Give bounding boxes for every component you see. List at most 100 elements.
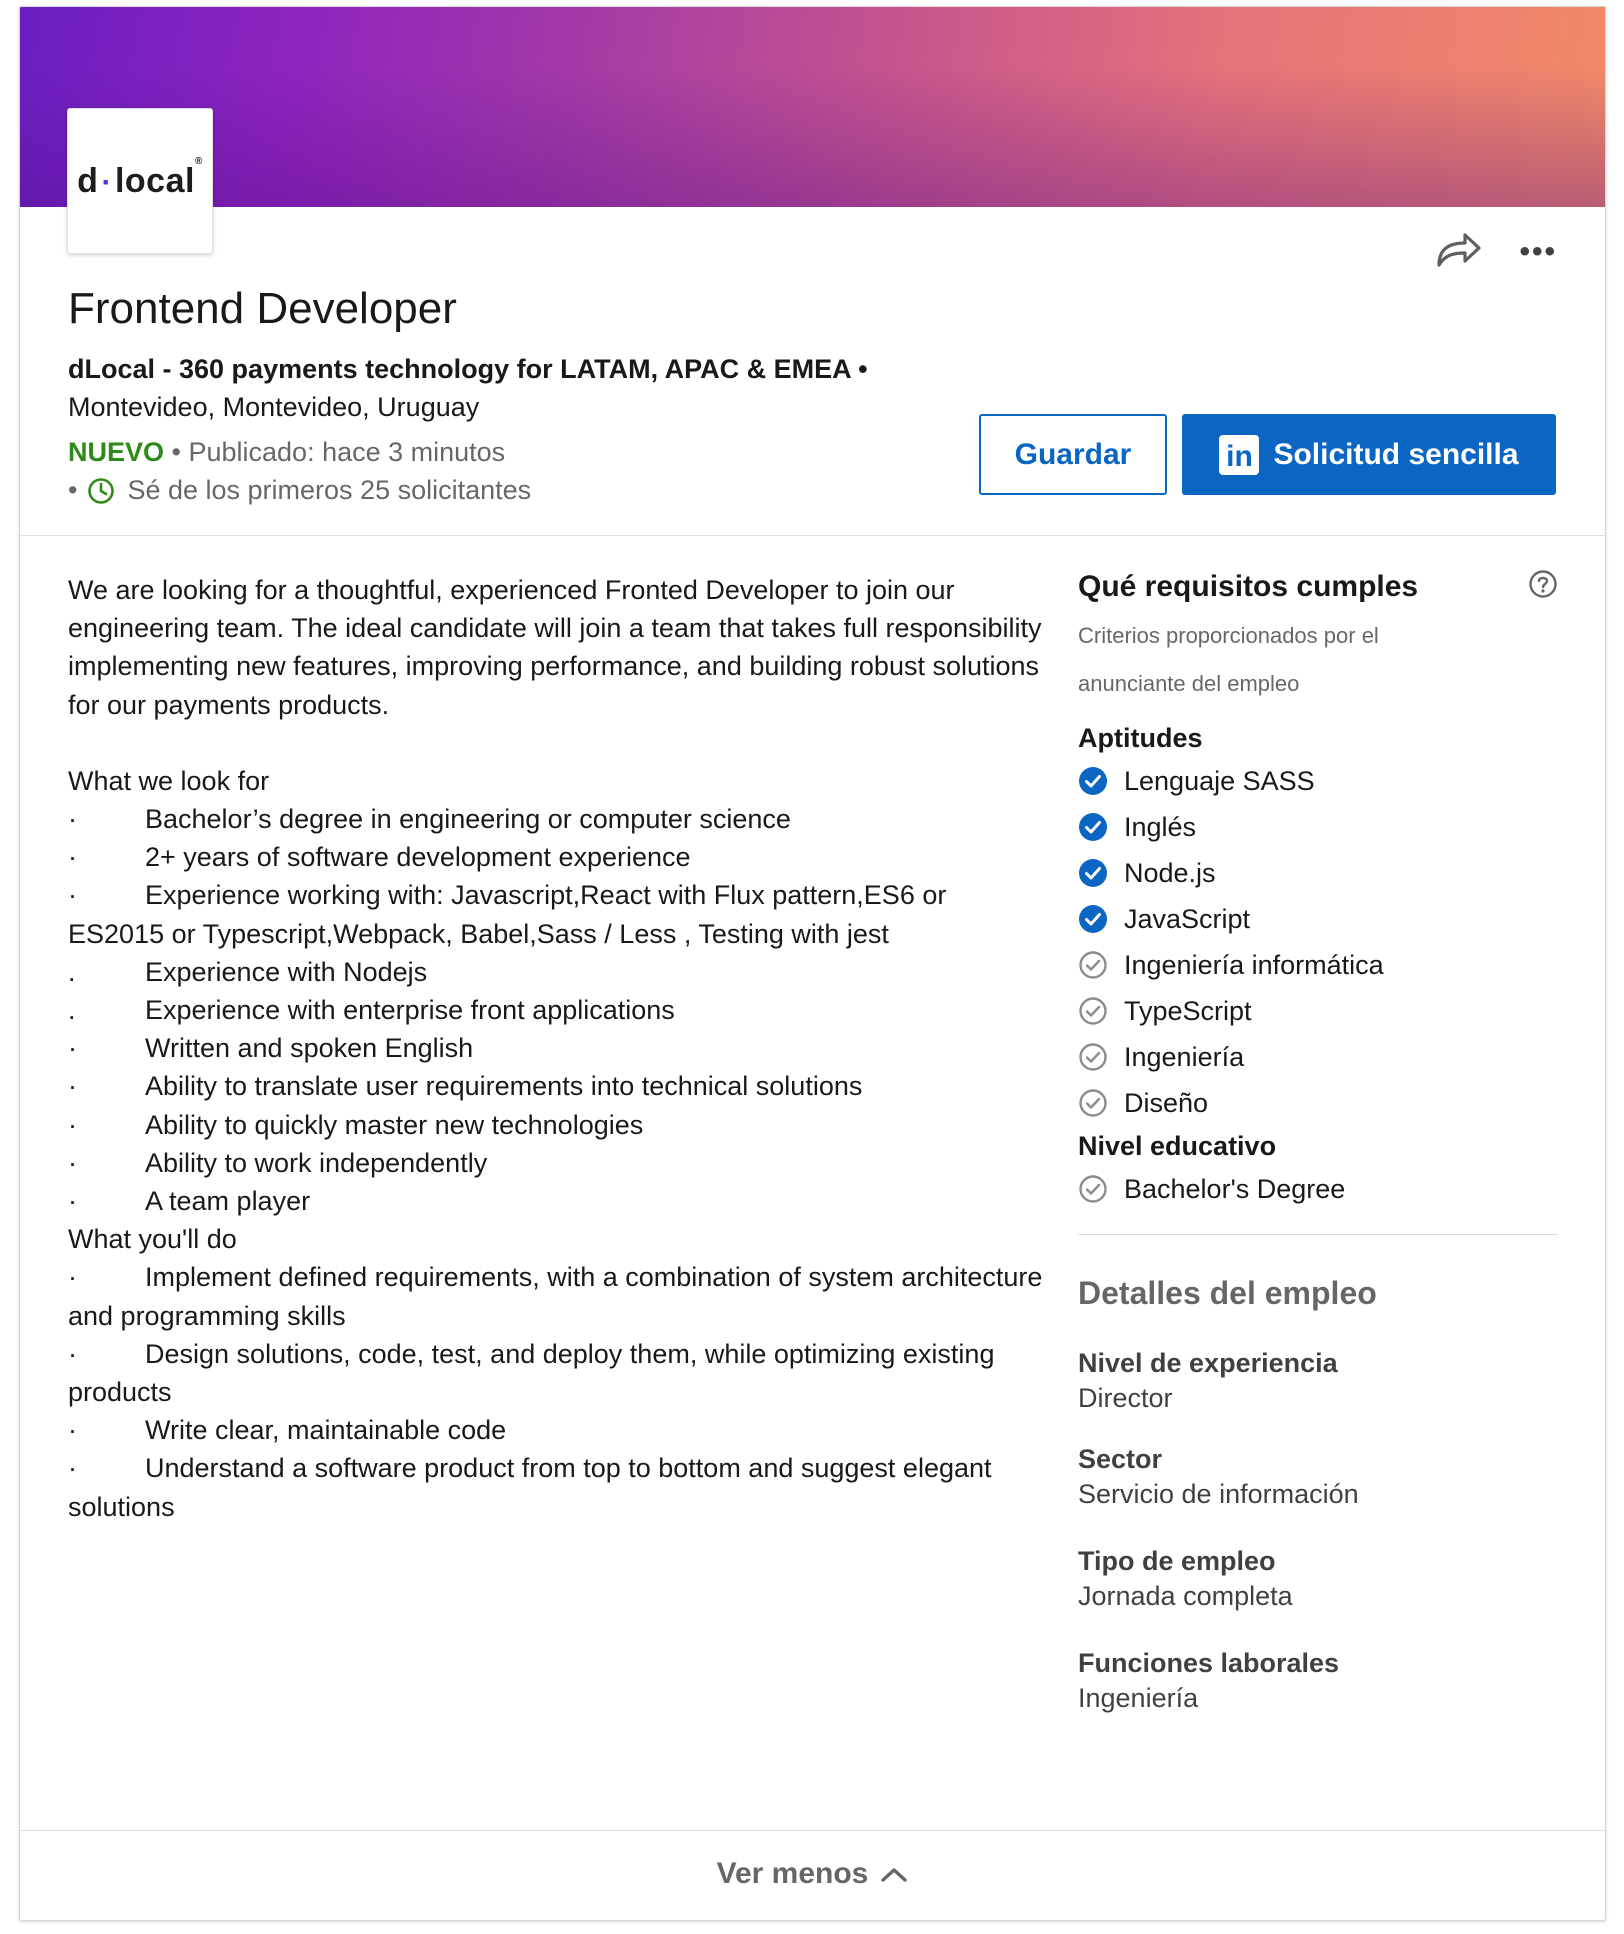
- bullet-marker: ·: [68, 842, 77, 873]
- chevron-up-icon: [880, 1857, 908, 1891]
- check-circle-filled-icon: [1078, 858, 1124, 888]
- applicant-count: • Sé de los primeros 25 solicitantes: [68, 475, 531, 506]
- bullet-text: Experience working with: Javascript,Reac…: [68, 880, 947, 949]
- job-detail-value: Servicio de información: [1078, 1479, 1359, 1509]
- skill-label: Bachelor's Degree: [1124, 1173, 1346, 1204]
- published-time: • Publicado: hace 3 minutos: [164, 437, 506, 467]
- skill-item: JavaScript: [1078, 896, 1558, 942]
- bullet-marker: ·: [68, 1453, 77, 1484]
- what-you-do-heading: What you'll do: [68, 1224, 237, 1255]
- job-detail: Funciones laborales Ingeniería: [1078, 1648, 1558, 1714]
- skill-label: Ingeniería: [1124, 1041, 1245, 1072]
- bullet-item: · Ability to work independently: [68, 1144, 1048, 1182]
- bullet-item: · Understand a software product from top …: [68, 1449, 1048, 1525]
- description-intro: We are looking for a thoughtful, experie…: [68, 575, 1042, 720]
- share-icon[interactable]: [1433, 227, 1483, 276]
- linkedin-icon: in: [1219, 434, 1260, 475]
- education-heading: Nivel educativo: [1078, 1131, 1277, 1161]
- skill-item: Diseño: [1078, 1080, 1558, 1126]
- check-circle-filled-icon: [1078, 766, 1124, 796]
- bullet-item: · Written and spoken English: [68, 1029, 1048, 1067]
- job-title: Frontend Developer: [68, 284, 457, 333]
- skill-label: Ingeniería informática: [1124, 949, 1384, 980]
- bullet-text: Written and spoken English: [145, 1033, 474, 1064]
- bullet-text: Ability to quickly master new technologi…: [145, 1109, 644, 1140]
- skill-label: Lenguaje SASS: [1124, 765, 1315, 796]
- skill-item: Node.js: [1078, 850, 1558, 896]
- bullet-marker: ·: [68, 804, 77, 835]
- skill-item: Ingeniería informática: [1078, 942, 1558, 988]
- bullet-text: Understand a software product from top t…: [68, 1453, 992, 1522]
- skill-item: Inglés: [1078, 804, 1558, 850]
- easy-apply-button[interactable]: in Solicitud sencilla: [1182, 414, 1556, 495]
- job-detail-value: Director: [1078, 1383, 1173, 1413]
- posting-meta: NUEVO • Publicado: hace 3 minutos: [68, 437, 505, 468]
- job-detail: Tipo de empleo Jornada completa: [1078, 1546, 1558, 1612]
- requirements-title: Qué requisitos cumples: [1078, 569, 1419, 603]
- job-card: d ·local® ••• Frontend Developer dLocal -…: [19, 6, 1606, 1921]
- job-detail-value: Jornada completa: [1078, 1581, 1293, 1611]
- bullet-marker: ·: [68, 1186, 77, 1217]
- bullet-text: 2+ years of software development experie…: [145, 842, 691, 873]
- bullet-marker: ·: [68, 1338, 77, 1369]
- bullet-item: · Ability to translate user requirements …: [68, 1067, 1048, 1105]
- top-actions: •••: [1433, 227, 1557, 276]
- skill-item: TypeScript: [1078, 988, 1558, 1034]
- bullet-marker: ·: [68, 1033, 77, 1064]
- bullet-text: A team player: [145, 1186, 311, 1217]
- applicants-bullet: •: [68, 475, 78, 505]
- bullet-item: · Experience working with: Javascript,Rea…: [68, 876, 1048, 952]
- header-divider: [20, 535, 1605, 536]
- job-details-title: Detalles del empleo: [1078, 1275, 1377, 1311]
- skill-label: JavaScript: [1124, 903, 1251, 934]
- job-location: Montevideo, Montevideo, Uruguay: [68, 392, 480, 422]
- check-circle-filled-icon: [1078, 812, 1124, 842]
- job-detail-value: Ingeniería: [1078, 1683, 1199, 1713]
- bullet-marker: .: [68, 956, 76, 987]
- check-circle-outline-icon: [1078, 1042, 1124, 1072]
- bullet-marker: .: [68, 995, 76, 1026]
- bullet-text: Experience with Nodejs: [145, 956, 428, 987]
- company-name[interactable]: dLocal - 360 payments technology for LAT…: [68, 354, 868, 385]
- check-circle-outline-icon: [1078, 996, 1124, 1026]
- what-you-do-list: · Implement defined requirements, with a …: [68, 1258, 1048, 1525]
- save-button[interactable]: Guardar: [979, 414, 1167, 495]
- bullet-item: · Ability to quickly master new technolog…: [68, 1106, 1048, 1144]
- requirements-subtitle: Criterios proporcionados por el anuncian…: [1078, 623, 1379, 696]
- bullet-marker: ·: [68, 1147, 77, 1178]
- bullet-item: . Experience with Nodejs: [68, 953, 1048, 991]
- bullet-text: Write clear, maintainable code: [145, 1415, 507, 1446]
- bullet-marker: ·: [68, 1071, 77, 1102]
- skill-item: Ingeniería: [1078, 1034, 1558, 1080]
- skills-heading: Aptitudes: [1078, 723, 1203, 753]
- ellipsis-icon[interactable]: •••: [1519, 236, 1557, 267]
- bullet-marker: ·: [68, 1262, 77, 1293]
- see-less-label: Ver menos: [716, 1857, 869, 1890]
- job-detail: Nivel de experiencia Director: [1078, 1348, 1558, 1414]
- bullet-text: Bachelor’s degree in engineering or comp…: [145, 804, 791, 835]
- check-circle-outline-icon: [1078, 950, 1124, 980]
- bullet-item: · Design solutions, code, test, and deplo…: [68, 1335, 1048, 1411]
- bullet-marker: ·: [68, 1415, 77, 1446]
- check-circle-filled-icon: [1078, 904, 1124, 934]
- clock-icon: [87, 477, 115, 505]
- question-circle-icon[interactable]: [1528, 569, 1558, 604]
- job-details-list: Nivel de experiencia Director Sector Servic…: [1078, 1348, 1558, 1714]
- skills-list: Lenguaje SASS Inglés Node.js JavaScript Inge…: [1078, 758, 1558, 1126]
- bullet-marker: ·: [68, 880, 77, 911]
- skill-label: Inglés: [1124, 811, 1197, 842]
- skill-label: Node.js: [1124, 857, 1216, 888]
- see-less-toggle[interactable]: Ver menos: [20, 1857, 1605, 1891]
- applicants-text: Sé de los primeros 25 solicitantes: [127, 475, 532, 505]
- easy-apply-label: Solicitud sencilla: [1273, 437, 1519, 471]
- bullet-text: Ability to work independently: [145, 1147, 488, 1178]
- bullet-marker: ·: [68, 1109, 77, 1140]
- job-detail-label: Nivel de experiencia: [1078, 1348, 1338, 1378]
- job-detail-label: Sector: [1078, 1444, 1163, 1474]
- look-for-list: · Bachelor’s degree in engineering or com…: [68, 800, 1048, 1220]
- sidebar-divider: [1078, 1234, 1558, 1235]
- bullet-text: Implement defined requirements, with a c…: [68, 1262, 1043, 1331]
- bullet-item: · Bachelor’s degree in engineering or com…: [68, 800, 1048, 838]
- requirements-panel: Qué requisitos cumples Criterios proporc…: [1078, 569, 1558, 1714]
- company-logo[interactable]: d ·local®: [67, 108, 213, 254]
